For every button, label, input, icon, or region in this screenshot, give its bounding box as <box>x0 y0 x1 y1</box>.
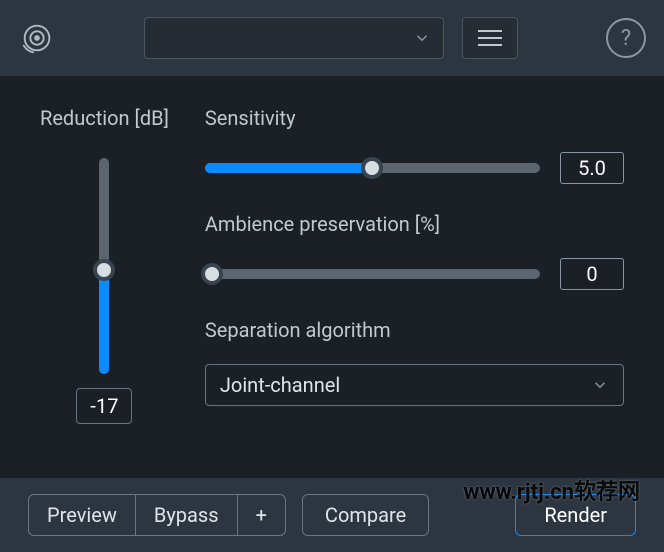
sensitivity-section: Sensitivity 5.0 <box>205 106 624 184</box>
reduction-label: Reduction [dB] <box>40 106 169 130</box>
sensitivity-slider-thumb[interactable] <box>361 157 383 179</box>
algorithm-label: Separation algorithm <box>205 318 624 342</box>
preview-button[interactable]: Preview <box>29 495 136 535</box>
sensitivity-slider[interactable] <box>205 163 540 173</box>
help-icon: ? <box>621 26 631 51</box>
preset-dropdown[interactable] <box>144 17 444 59</box>
reduction-slider-thumb[interactable] <box>93 259 115 281</box>
ambience-slider-thumb[interactable] <box>201 263 223 285</box>
help-button[interactable]: ? <box>606 18 646 58</box>
chevron-down-icon <box>413 29 431 47</box>
algorithm-dropdown[interactable]: Joint-channel <box>205 364 624 406</box>
main-panel: Reduction [dB] -17 Sensitivity 5.0 Ambie… <box>0 76 664 444</box>
ambience-value[interactable]: 0 <box>560 258 624 290</box>
algorithm-selected: Joint-channel <box>220 373 340 397</box>
plus-button[interactable]: + <box>238 495 285 535</box>
footer-bar: Preview Bypass + Compare Render <box>0 478 664 552</box>
algorithm-section: Separation algorithm Joint-channel <box>205 318 624 406</box>
sensitivity-value[interactable]: 5.0 <box>560 152 624 184</box>
top-bar: ? <box>0 0 664 76</box>
preview-group: Preview Bypass + <box>28 494 286 536</box>
render-button[interactable]: Render <box>515 494 636 536</box>
compare-button[interactable]: Compare <box>302 494 429 536</box>
reduction-section: Reduction [dB] -17 <box>40 106 169 424</box>
menu-button[interactable] <box>462 17 518 59</box>
ambience-label: Ambience preservation [%] <box>205 212 624 236</box>
sensitivity-label: Sensitivity <box>205 106 624 130</box>
bypass-button[interactable]: Bypass <box>136 495 238 535</box>
right-column: Sensitivity 5.0 Ambience preservation [%… <box>205 106 624 424</box>
chevron-down-icon <box>591 376 609 394</box>
reduction-value[interactable]: -17 <box>76 388 132 424</box>
ambience-section: Ambience preservation [%] 0 <box>205 212 624 290</box>
ambience-slider[interactable] <box>205 269 540 279</box>
app-logo-icon <box>18 19 56 57</box>
reduction-slider[interactable] <box>99 158 109 374</box>
